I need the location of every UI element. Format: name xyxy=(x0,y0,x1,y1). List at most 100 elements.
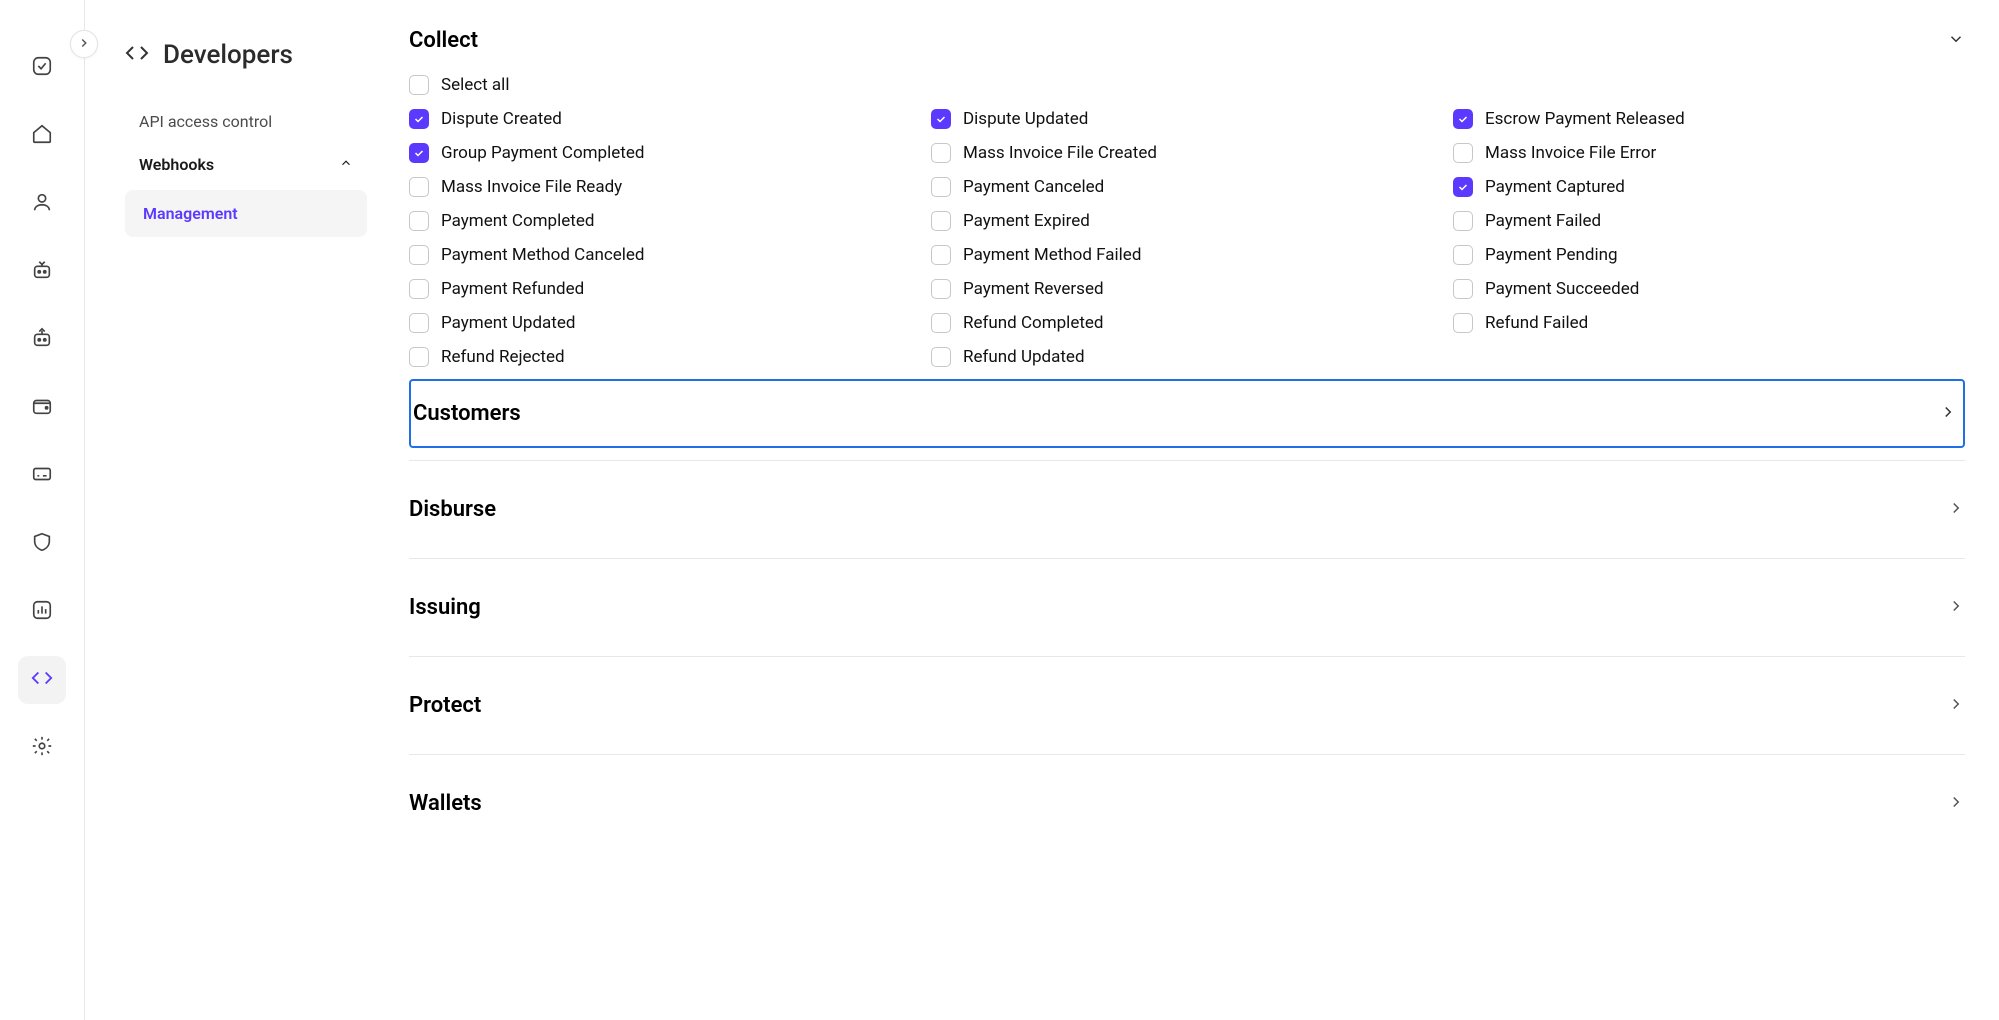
event-label: Dispute Created xyxy=(441,109,562,129)
checkbox-icon xyxy=(409,279,429,299)
sidebar-title: Developers xyxy=(163,40,293,70)
rail-wallet[interactable] xyxy=(18,384,66,432)
chevron-right-icon xyxy=(1947,499,1965,521)
event-checkbox[interactable]: Mass Invoice File Error xyxy=(1453,143,1965,163)
event-label: Payment Succeeded xyxy=(1485,279,1639,299)
event-checkbox[interactable]: Escrow Payment Released xyxy=(1453,109,1965,129)
chart-icon xyxy=(31,599,53,625)
checkbox-icon xyxy=(931,109,951,129)
section-title: Wallets xyxy=(409,791,482,816)
section-title: Customers xyxy=(413,401,521,426)
sidebar-menu: API access control Webhooks Management xyxy=(125,100,367,237)
sidebar-header: Developers xyxy=(125,40,367,70)
event-label: Payment Pending xyxy=(1485,245,1618,265)
section-header[interactable]: Disburse xyxy=(409,473,1965,546)
checkbox-icon xyxy=(931,177,951,197)
checkbox-icon xyxy=(1453,245,1473,265)
section-header[interactable]: Issuing xyxy=(409,571,1965,644)
event-checkbox[interactable]: Group Payment Completed xyxy=(409,143,921,163)
event-checkbox[interactable]: Payment Completed xyxy=(409,211,921,231)
checkbox-icon xyxy=(931,143,951,163)
event-checkbox[interactable]: Payment Failed xyxy=(1453,211,1965,231)
section-title: Disburse xyxy=(409,497,496,522)
rail-check-circle[interactable] xyxy=(18,44,66,92)
wallet-icon xyxy=(31,395,53,421)
code-icon xyxy=(125,41,149,69)
event-label: Payment Captured xyxy=(1485,177,1625,197)
section-header[interactable]: Wallets xyxy=(409,767,1965,840)
chevron-right-icon xyxy=(77,35,91,54)
divider xyxy=(409,460,1965,461)
divider xyxy=(409,656,1965,657)
chevron-right-icon xyxy=(1947,793,1965,815)
chevron-down-icon xyxy=(1947,30,1965,52)
rail-user[interactable] xyxy=(18,180,66,228)
event-label: Dispute Updated xyxy=(963,109,1088,129)
rail-robot-download[interactable] xyxy=(18,248,66,296)
event-label: Escrow Payment Released xyxy=(1485,109,1685,129)
rail-gear[interactable] xyxy=(18,724,66,772)
rail-home[interactable] xyxy=(18,112,66,160)
section-title: Issuing xyxy=(409,595,481,620)
event-checkbox[interactable]: Mass Invoice File Ready xyxy=(409,177,921,197)
checkbox-icon xyxy=(409,245,429,265)
sidebar-item-api-access-control[interactable]: API access control xyxy=(125,100,367,143)
section-header[interactable]: Customers xyxy=(409,379,1965,448)
rail-chart[interactable] xyxy=(18,588,66,636)
event-checkbox[interactable]: Payment Refunded xyxy=(409,279,921,299)
event-checkbox[interactable]: Dispute Updated xyxy=(931,109,1443,129)
checkbox-icon xyxy=(1453,211,1473,231)
collect-title: Collect xyxy=(409,28,478,53)
event-label: Payment Reversed xyxy=(963,279,1104,299)
sidebar: Developers API access control Webhooks M… xyxy=(85,0,385,1020)
event-label: Refund Failed xyxy=(1485,313,1588,333)
select-all-checkbox[interactable]: Select all xyxy=(409,75,1965,95)
checkbox-icon xyxy=(931,211,951,231)
event-checkbox[interactable]: Payment Canceled xyxy=(931,177,1443,197)
event-checkbox[interactable]: Refund Failed xyxy=(1453,313,1965,333)
event-checkbox[interactable]: Dispute Created xyxy=(409,109,921,129)
checkbox-icon xyxy=(931,347,951,367)
checkbox-icon xyxy=(409,177,429,197)
rail-shield[interactable] xyxy=(18,520,66,568)
event-checkbox[interactable]: Payment Succeeded xyxy=(1453,279,1965,299)
event-checkbox[interactable]: Payment Captured xyxy=(1453,177,1965,197)
section-header[interactable]: Protect xyxy=(409,669,1965,742)
event-checkbox[interactable]: Refund Updated xyxy=(931,347,1443,367)
rail-robot-upload[interactable] xyxy=(18,316,66,364)
event-label: Payment Method Canceled xyxy=(441,245,645,265)
event-label: Payment Refunded xyxy=(441,279,584,299)
event-checkbox[interactable]: Payment Method Canceled xyxy=(409,245,921,265)
event-label: Refund Rejected xyxy=(441,347,565,367)
chevron-right-icon xyxy=(1939,403,1957,425)
event-checkbox[interactable]: Payment Reversed xyxy=(931,279,1443,299)
checkbox-icon xyxy=(409,211,429,231)
checkbox-icon xyxy=(409,313,429,333)
select-all-label: Select all xyxy=(441,75,509,95)
event-label: Payment Completed xyxy=(441,211,594,231)
event-checkbox[interactable]: Payment Expired xyxy=(931,211,1443,231)
event-checkbox[interactable]: Payment Method Failed xyxy=(931,245,1443,265)
check-circle-icon xyxy=(31,55,53,81)
main-content: Collect Select all Dispute Created Disput… xyxy=(385,0,1999,1020)
event-checkbox[interactable]: Mass Invoice File Created xyxy=(931,143,1443,163)
card-icon xyxy=(31,463,53,489)
checkbox-icon xyxy=(409,347,429,367)
rail-expand-button[interactable] xyxy=(70,30,98,58)
rail-card[interactable] xyxy=(18,452,66,500)
event-checkbox[interactable]: Payment Pending xyxy=(1453,245,1965,265)
event-checkbox[interactable]: Payment Updated xyxy=(409,313,921,333)
rail-code[interactable] xyxy=(18,656,66,704)
code-icon xyxy=(31,667,53,693)
checkbox-icon xyxy=(409,143,429,163)
event-label: Payment Canceled xyxy=(963,177,1104,197)
gear-icon xyxy=(31,735,53,761)
sidebar-item-management[interactable]: Management xyxy=(125,190,367,237)
event-label: Payment Updated xyxy=(441,313,575,333)
collect-section-header[interactable]: Collect xyxy=(409,16,1965,65)
event-checkbox[interactable]: Refund Completed xyxy=(931,313,1443,333)
event-label: Payment Expired xyxy=(963,211,1090,231)
sidebar-item-webhooks[interactable]: Webhooks xyxy=(125,143,367,186)
event-label: Mass Invoice File Error xyxy=(1485,143,1656,163)
event-checkbox[interactable]: Refund Rejected xyxy=(409,347,921,367)
